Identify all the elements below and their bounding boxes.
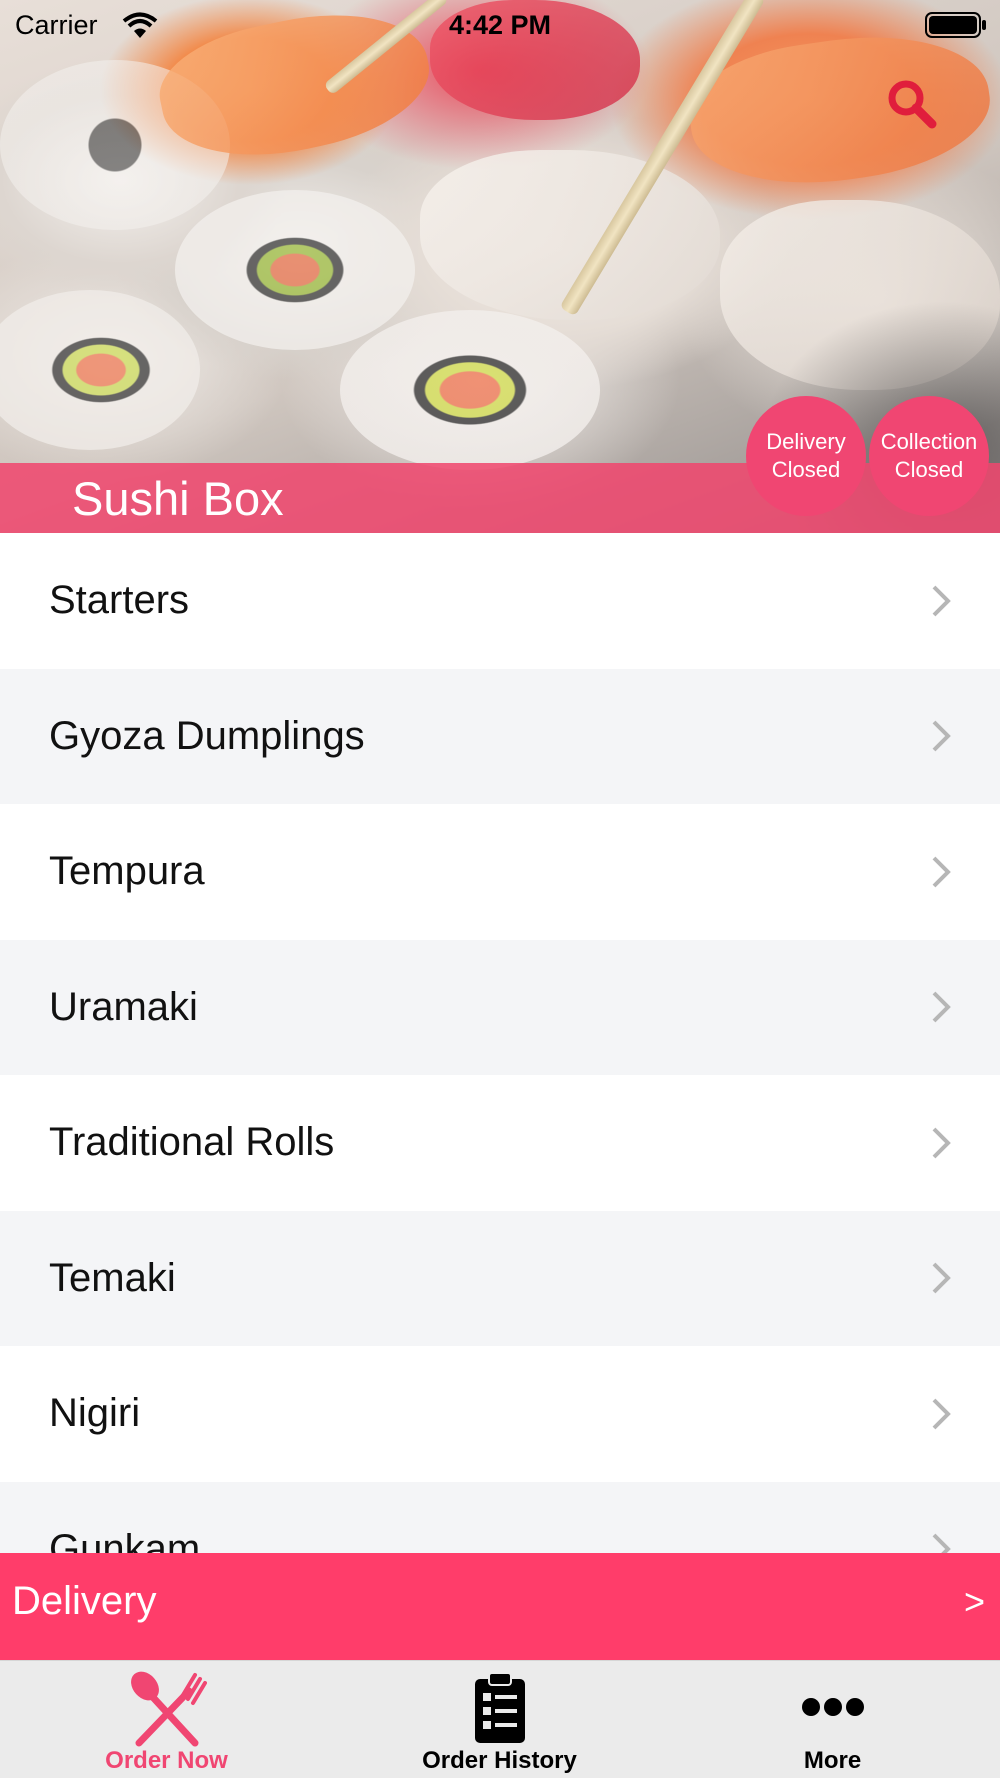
collection-status-value: Closed: [894, 457, 964, 482]
menu-category-uramaki[interactable]: Uramaki: [0, 939, 1000, 1075]
collection-status-label: Collection: [880, 429, 978, 454]
hero-photo: [0, 60, 230, 230]
tab-label: Order Now: [105, 1747, 228, 1774]
order-mode-bar[interactable]: Delivery >: [0, 1553, 1000, 1660]
menu-category-label: Gunkam: [49, 1526, 201, 1553]
hero-photo: [720, 200, 1000, 390]
chevron-right-icon: [932, 1127, 951, 1159]
hero-photo: [340, 310, 600, 470]
clipboard-list-icon: [474, 1672, 525, 1743]
menu-category-label: Temaki: [49, 1255, 176, 1300]
tab-order-now[interactable]: Order Now: [0, 1661, 333, 1778]
menu-category-nigiri[interactable]: Nigiri: [0, 1346, 1000, 1482]
order-mode-label: Delivery: [12, 1579, 157, 1623]
menu-category-label: Nigiri: [49, 1391, 141, 1436]
menu-category-label: Starters: [49, 578, 190, 623]
hero-photo: [175, 190, 415, 350]
menu-category-label: Traditional Rolls: [49, 1120, 335, 1165]
menu-category-label: Uramaki: [49, 984, 198, 1029]
hero-photo: [0, 290, 200, 450]
menu-category-traditional-rolls[interactable]: Traditional Rolls: [0, 1075, 1000, 1211]
chevron-right-icon: [932, 720, 951, 752]
fork-knife-icon: [130, 1671, 207, 1747]
tab-label: More: [803, 1747, 862, 1774]
chevron-right-icon: [932, 856, 951, 888]
clock: 4:42 PM: [448, 10, 552, 40]
tab-more[interactable]: More: [666, 1661, 999, 1778]
menu-category-gyoza-dumplings[interactable]: Gyoza Dumplings: [0, 668, 1000, 804]
chevron-right-icon: [932, 1262, 951, 1294]
chevron-right-icon: [932, 585, 951, 617]
menu-category-temaki[interactable]: Temaki: [0, 1210, 1000, 1346]
delivery-status-value: Closed: [771, 457, 841, 482]
menu-category-tempura[interactable]: Tempura: [0, 804, 1000, 940]
menu-category-list[interactable]: Starters Gyoza Dumplings Tempura Uramaki…: [0, 533, 1000, 1553]
delivery-status-badge: Delivery Closed: [746, 396, 866, 516]
tab-label: Order History: [422, 1747, 577, 1774]
tab-bar: Order Now Order History More: [0, 1660, 1000, 1778]
more-dots-icon: [801, 1698, 864, 1716]
status-bar: Carrier 4:42 PM: [0, 0, 1000, 50]
menu-category-starters[interactable]: Starters: [0, 533, 1000, 669]
order-mode-arrow: >: [963, 1581, 985, 1622]
hero-banner: Carrier 4:42 PM Sushi Box Delivery Close…: [0, 0, 1000, 533]
chevron-right-icon: [932, 991, 951, 1023]
tab-order-history[interactable]: Order History: [333, 1661, 666, 1778]
delivery-status-label: Delivery: [766, 429, 846, 454]
menu-category-label: Tempura: [49, 849, 205, 894]
menu-category-gunkam[interactable]: Gunkam: [0, 1481, 1000, 1553]
battery-icon: [925, 12, 986, 38]
menu-category-label: Gyoza Dumplings: [49, 713, 365, 758]
search-icon[interactable]: [884, 76, 940, 132]
collection-status-badge: Collection Closed: [869, 396, 989, 516]
chevron-right-icon: [932, 1533, 951, 1553]
chevron-right-icon: [932, 1398, 951, 1430]
restaurant-name: Sushi Box: [72, 472, 284, 525]
hero-photo: [420, 150, 720, 320]
